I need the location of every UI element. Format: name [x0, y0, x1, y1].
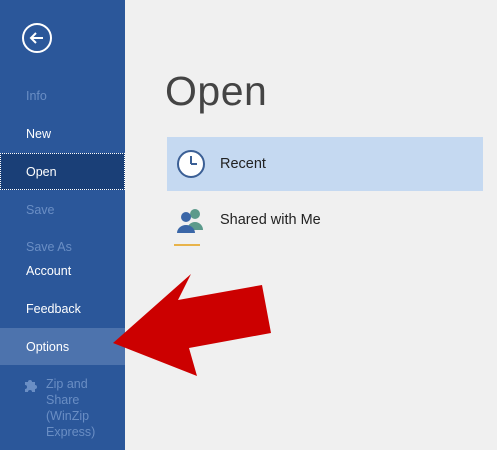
- back-button[interactable]: [22, 23, 52, 53]
- nav-item-info[interactable]: Info: [0, 77, 125, 114]
- location-recent[interactable]: Recent: [167, 137, 483, 191]
- location-shared-with-me[interactable]: Shared with Me: [167, 193, 483, 247]
- backstage-sidebar: Info New Open Save Save As Account Feedb…: [0, 0, 125, 450]
- location-label: Shared with Me: [220, 212, 321, 228]
- addin-label: Zip and Share (WinZip Express): [46, 377, 96, 439]
- nav-item-feedback[interactable]: Feedback: [0, 290, 125, 327]
- main-panel: Open Recent Shared with Me: [125, 0, 497, 450]
- clock-icon: [177, 150, 205, 178]
- nav-item-save-as[interactable]: Save As: [0, 240, 125, 252]
- nav-item-account[interactable]: Account: [0, 252, 125, 289]
- nav-item-save[interactable]: Save: [0, 191, 125, 228]
- nav-item-new[interactable]: New: [0, 115, 125, 152]
- puzzle-piece-icon: [25, 380, 37, 392]
- page-title: Open: [165, 68, 268, 114]
- people-icon: [177, 209, 203, 233]
- focus-underline: [174, 244, 200, 246]
- back-arrow-icon: [29, 32, 43, 44]
- addin-zip-and-share[interactable]: Zip and Share (WinZip Express): [22, 376, 122, 440]
- location-label: Recent: [220, 156, 266, 172]
- nav-item-open[interactable]: Open: [0, 153, 125, 190]
- nav-item-options[interactable]: Options: [0, 328, 125, 365]
